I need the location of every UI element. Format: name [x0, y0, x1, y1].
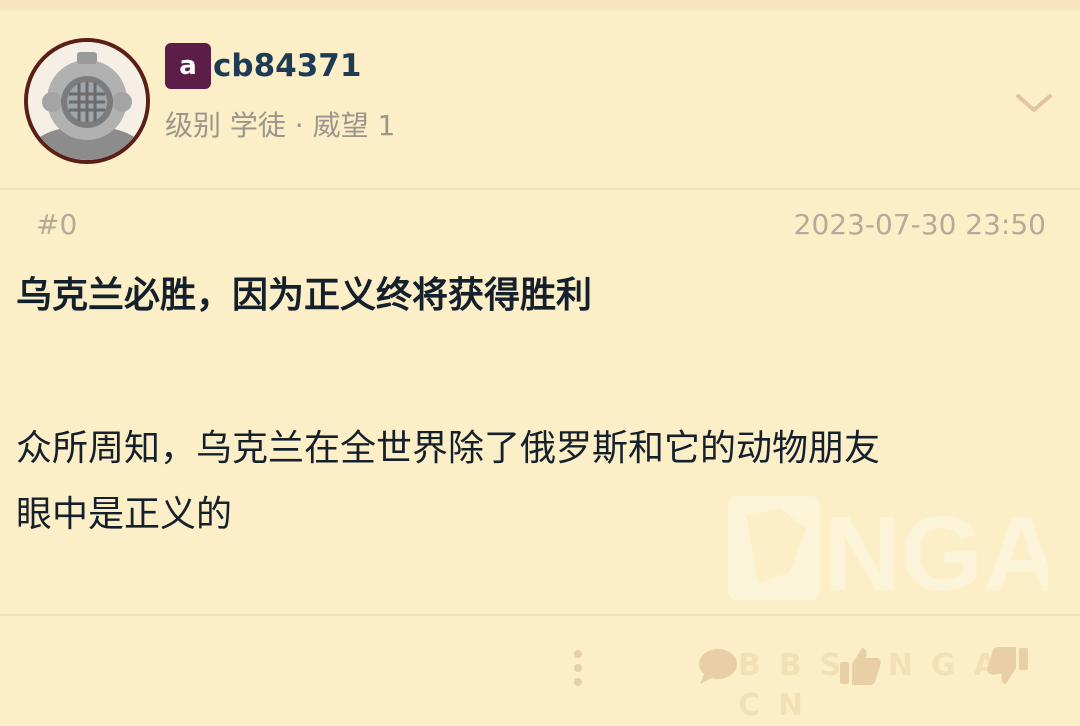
thumbs-up-icon[interactable]	[838, 644, 882, 688]
chevron-down-icon[interactable]	[1012, 88, 1056, 118]
post-body-line: 众所周知，乌克兰在全世界除了俄罗斯和它的动物朋友	[16, 428, 881, 469]
user-badge: a	[165, 43, 211, 89]
comment-icon[interactable]	[696, 646, 740, 686]
post-title: 乌克兰必胜，因为正义终将获得胜利	[16, 275, 593, 316]
username[interactable]: cb84371	[213, 46, 361, 86]
post-action-bar: BBS NGA CN	[0, 616, 1080, 723]
nga-watermark-logo: NGA	[728, 495, 1048, 610]
user-level: 级别 学徒 · 威望 1	[165, 109, 396, 142]
watermark-text: NGA	[824, 495, 1048, 610]
more-vertical-icon[interactable]	[566, 648, 590, 688]
floor-number: #0	[36, 208, 78, 241]
diving-helmet-icon	[28, 42, 146, 160]
post-author-header: a cb84371 级别 学徒 · 威望 1	[0, 10, 1080, 190]
thumbs-down-icon[interactable]	[986, 644, 1030, 688]
top-strip	[0, 0, 1080, 10]
avatar[interactable]	[24, 38, 150, 164]
post-timestamp: 2023-07-30 23:50	[793, 208, 1046, 241]
